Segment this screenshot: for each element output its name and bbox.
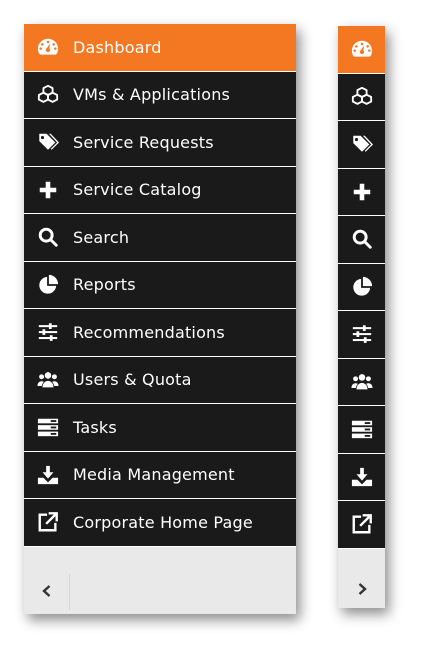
- sidebar-item-service-catalog[interactable]: Service Catalog: [24, 166, 296, 214]
- sidebar-collapsed: [338, 26, 385, 608]
- tags-icon: [37, 131, 59, 153]
- sidebar-item-label: Recommendations: [73, 322, 225, 342]
- sidebar-item-recommendations[interactable]: Recommendations: [24, 309, 296, 357]
- sidebar-item-reports[interactable]: [338, 263, 385, 311]
- sidebar-item-media-management[interactable]: Media Management: [24, 451, 296, 499]
- search-icon: [351, 228, 373, 250]
- sliders-icon: [37, 321, 59, 343]
- sidebar-item-corporate-home-page[interactable]: [338, 501, 385, 549]
- plus-icon: [37, 179, 59, 201]
- sidebar-item-service-requests[interactable]: Service Requests: [24, 119, 296, 167]
- sidebar-item-corporate-home-page[interactable]: Corporate Home Page: [24, 499, 296, 547]
- dashboard-icon: [351, 38, 373, 60]
- sidebar-item-label: Search: [73, 227, 130, 247]
- tasks-icon: [351, 418, 373, 440]
- users-icon: [350, 371, 373, 393]
- sidebar-item-users-quota[interactable]: [338, 358, 385, 406]
- sidebar-item-label: Users & Quota: [73, 370, 192, 390]
- sidebar-item-dashboard[interactable]: Dashboard: [24, 24, 296, 72]
- download-icon: [37, 464, 59, 486]
- cubes-icon: [37, 84, 59, 106]
- sidebar-menu-collapsed: [338, 26, 385, 549]
- plus-icon: [351, 181, 373, 203]
- sidebar-item-label: Dashboard: [73, 37, 162, 57]
- sidebar-item-service-catalog[interactable]: [338, 168, 385, 216]
- sidebar-expanded: Dashboard VMs & Applications Service Req…: [24, 24, 296, 614]
- sidebar-item-dashboard[interactable]: [338, 26, 385, 74]
- expand-sidebar-button[interactable]: [339, 572, 384, 608]
- sidebar-item-media-management[interactable]: [338, 453, 385, 501]
- sidebar-menu: Dashboard VMs & Applications Service Req…: [24, 24, 296, 547]
- cubes-icon: [351, 86, 373, 108]
- download-icon: [351, 466, 373, 488]
- tasks-icon: [37, 416, 59, 438]
- pie-chart-icon: [37, 274, 59, 296]
- sidebar-item-tasks[interactable]: [338, 406, 385, 454]
- external-link-icon: [37, 511, 59, 533]
- search-icon: [37, 226, 59, 248]
- sidebar-item-label: Reports: [73, 275, 136, 295]
- collapse-sidebar-button[interactable]: [24, 574, 70, 610]
- users-icon: [37, 369, 59, 391]
- sidebar-item-label: Service Requests: [73, 132, 214, 152]
- pie-chart-icon: [351, 276, 373, 298]
- sidebar-item-search[interactable]: Search: [24, 214, 296, 262]
- sidebar-item-label: Tasks: [73, 417, 117, 437]
- dashboard-icon: [37, 36, 59, 58]
- sidebar-item-recommendations[interactable]: [338, 311, 385, 359]
- tags-icon: [351, 133, 373, 155]
- sidebar-item-vms-applications[interactable]: [338, 73, 385, 121]
- sidebar-item-users-quota[interactable]: Users & Quota: [24, 356, 296, 404]
- sliders-icon: [351, 323, 373, 345]
- sidebar-item-label: Corporate Home Page: [73, 512, 253, 532]
- chevron-left-icon: [40, 583, 54, 602]
- sidebar-item-vms-applications[interactable]: VMs & Applications: [24, 71, 296, 119]
- sidebar-item-service-requests[interactable]: [338, 121, 385, 169]
- external-link-icon: [351, 513, 373, 535]
- sidebar-item-search[interactable]: [338, 216, 385, 264]
- sidebar-item-tasks[interactable]: Tasks: [24, 404, 296, 452]
- sidebar-item-label: VMs & Applications: [73, 85, 231, 105]
- sidebar-item-label: Media Management: [73, 465, 235, 485]
- sidebar-item-reports[interactable]: Reports: [24, 261, 296, 309]
- chevron-right-icon: [355, 581, 369, 600]
- sidebar-item-label: Service Catalog: [73, 180, 202, 200]
